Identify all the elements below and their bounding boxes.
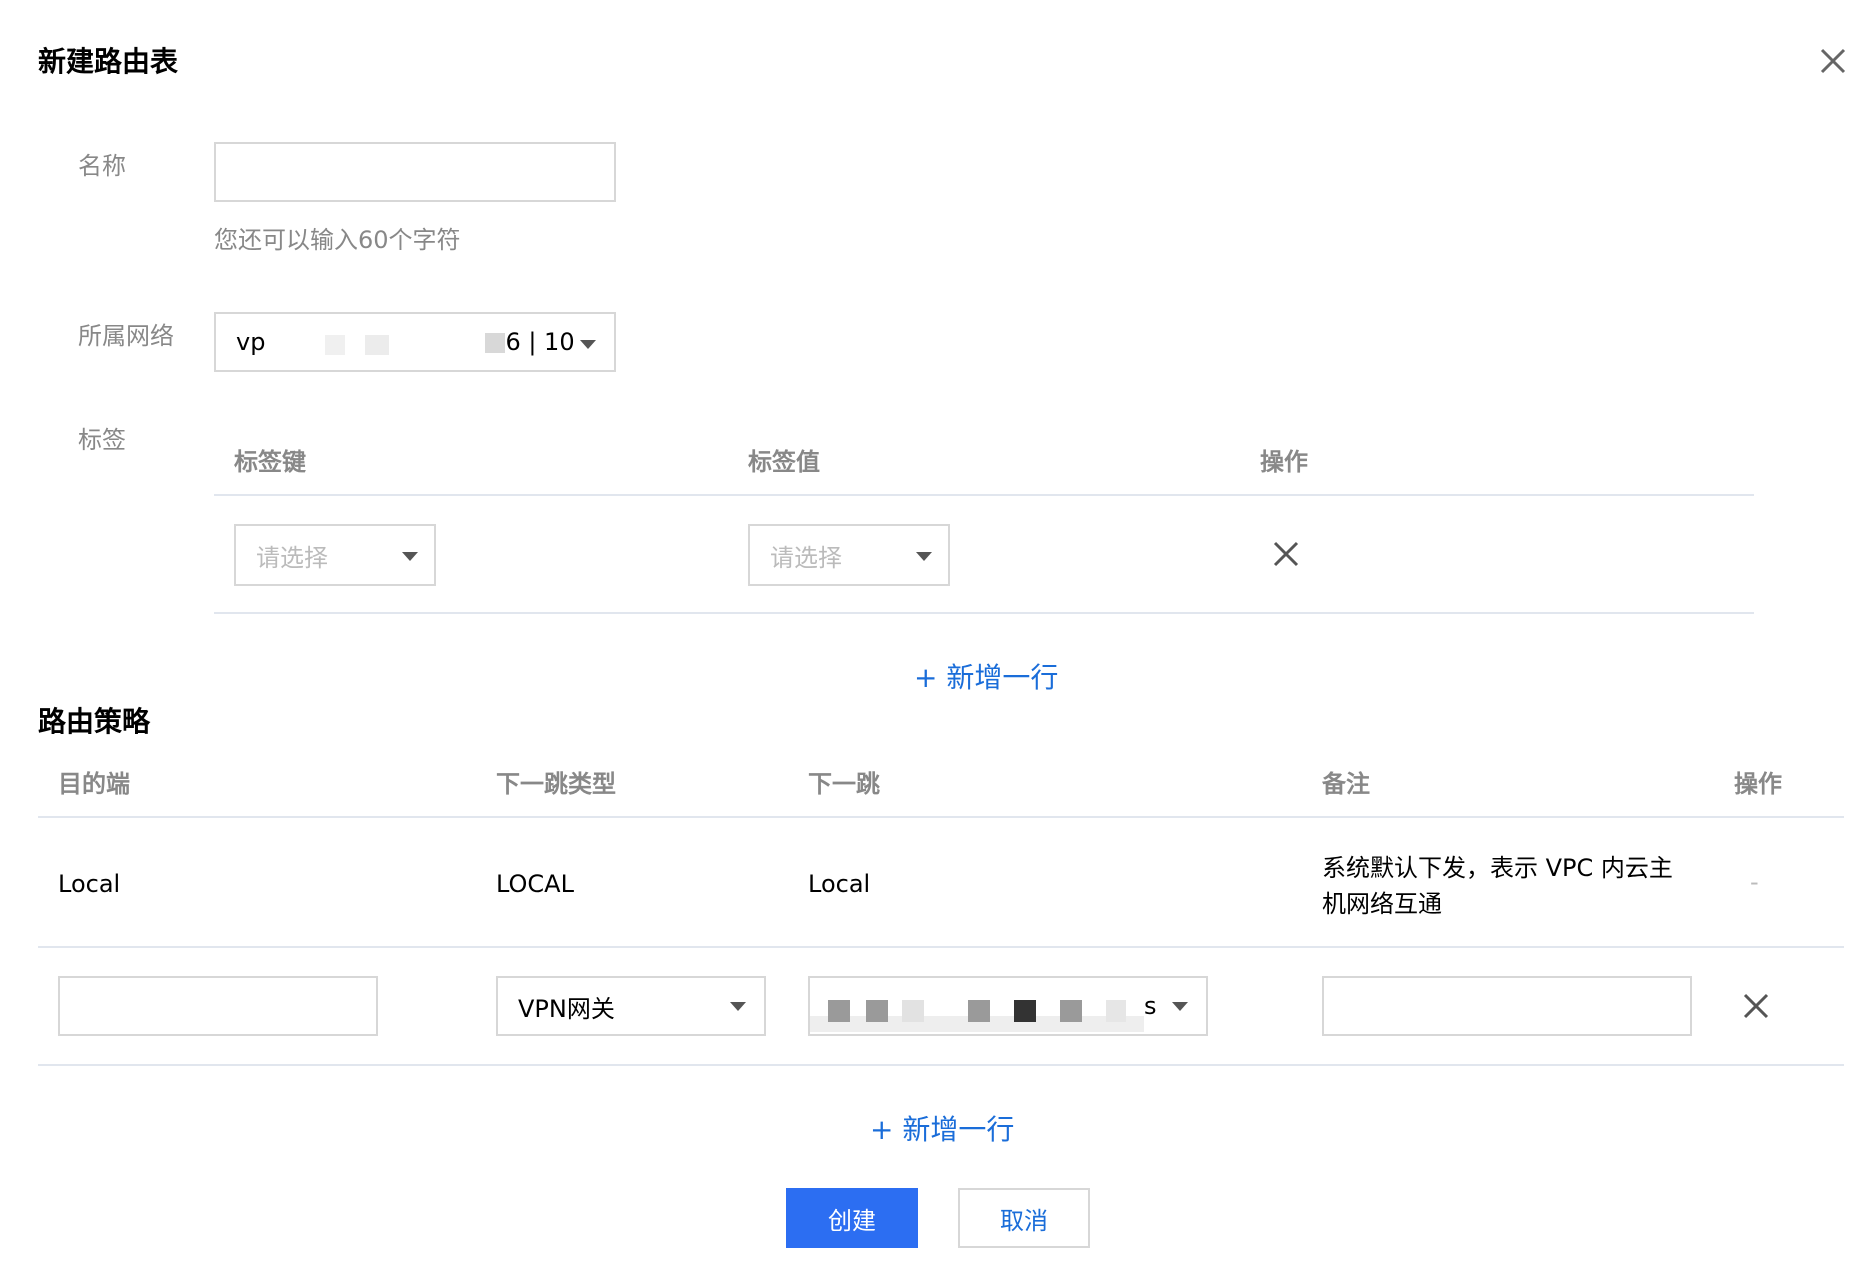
next-hop-select[interactable]: s <box>808 976 1208 1036</box>
delete-tag-icon[interactable] <box>1272 540 1300 568</box>
tags-header-action: 操作 <box>1260 448 1308 476</box>
route-row-action: - <box>1750 868 1759 896</box>
destination-input[interactable] <box>58 976 378 1036</box>
vpc-select-redacted <box>265 327 506 357</box>
route-header-next-hop-type: 下一跳类型 <box>496 770 616 798</box>
route-header-next-hop: 下一跳 <box>808 770 880 798</box>
vpc-select-suffix: 6 | 10 <box>505 328 575 356</box>
next-hop-suffix: s <box>1144 992 1157 1020</box>
route-row-remark: 系统默认下发，表示 VPC 内云主 机网络互通 <box>1322 850 1673 922</box>
create-button[interactable]: 创建 <box>786 1188 918 1248</box>
chevron-down-icon <box>402 552 418 561</box>
tag-value-placeholder: 请选择 <box>770 543 842 572</box>
route-row-divider <box>38 946 1844 948</box>
route-header-action: 操作 <box>1734 770 1782 798</box>
dialog-title: 新建路由表 <box>38 45 179 78</box>
name-input[interactable] <box>214 142 616 202</box>
vpc-select-prefix: vp <box>236 328 266 356</box>
tags-row-divider <box>214 612 1754 614</box>
tags-label: 标签 <box>78 426 126 454</box>
tag-key-placeholder: 请选择 <box>256 543 328 572</box>
route-header-divider <box>38 816 1844 818</box>
chevron-down-icon <box>730 1002 746 1011</box>
chevron-down-icon <box>916 552 932 561</box>
close-icon[interactable] <box>1818 46 1848 76</box>
tags-header-key: 标签键 <box>234 448 306 476</box>
route-header-remark: 备注 <box>1322 770 1370 798</box>
tag-key-select[interactable]: 请选择 <box>234 524 436 586</box>
tags-header-value: 标签值 <box>748 448 820 476</box>
tags-header-divider <box>214 494 1754 496</box>
vpc-label: 所属网络 <box>78 322 174 350</box>
route-header-destination: 目的端 <box>58 770 130 798</box>
next-hop-redacted <box>810 978 1144 1034</box>
add-route-row-link[interactable]: + 新增一行 <box>870 1108 1014 1148</box>
remark-input[interactable] <box>1322 976 1692 1036</box>
delete-route-icon[interactable] <box>1742 992 1770 1020</box>
chevron-down-icon <box>580 340 596 349</box>
route-row-remark-line1: 系统默认下发，表示 VPC 内云主 <box>1322 854 1673 882</box>
cancel-button[interactable]: 取消 <box>958 1188 1090 1248</box>
route-row-destination: Local <box>58 870 121 898</box>
name-label: 名称 <box>78 152 126 180</box>
route-edit-row-divider <box>38 1064 1844 1066</box>
add-tag-row-link[interactable]: + 新增一行 <box>914 656 1058 696</box>
chevron-down-icon <box>1172 1002 1188 1011</box>
name-hint: 您还可以输入60个字符 <box>214 226 461 254</box>
route-row-next-hop-type: LOCAL <box>496 870 574 898</box>
vpc-select[interactable]: vp 6 | 10 <box>214 312 616 372</box>
route-row-remark-line2: 机网络互通 <box>1322 890 1442 918</box>
tag-value-select[interactable]: 请选择 <box>748 524 950 586</box>
next-hop-type-select[interactable]: VPN网关 <box>496 976 766 1036</box>
route-row-next-hop: Local <box>808 870 871 898</box>
route-section-title: 路由策略 <box>38 705 151 738</box>
next-hop-type-value: VPN网关 <box>518 994 615 1023</box>
